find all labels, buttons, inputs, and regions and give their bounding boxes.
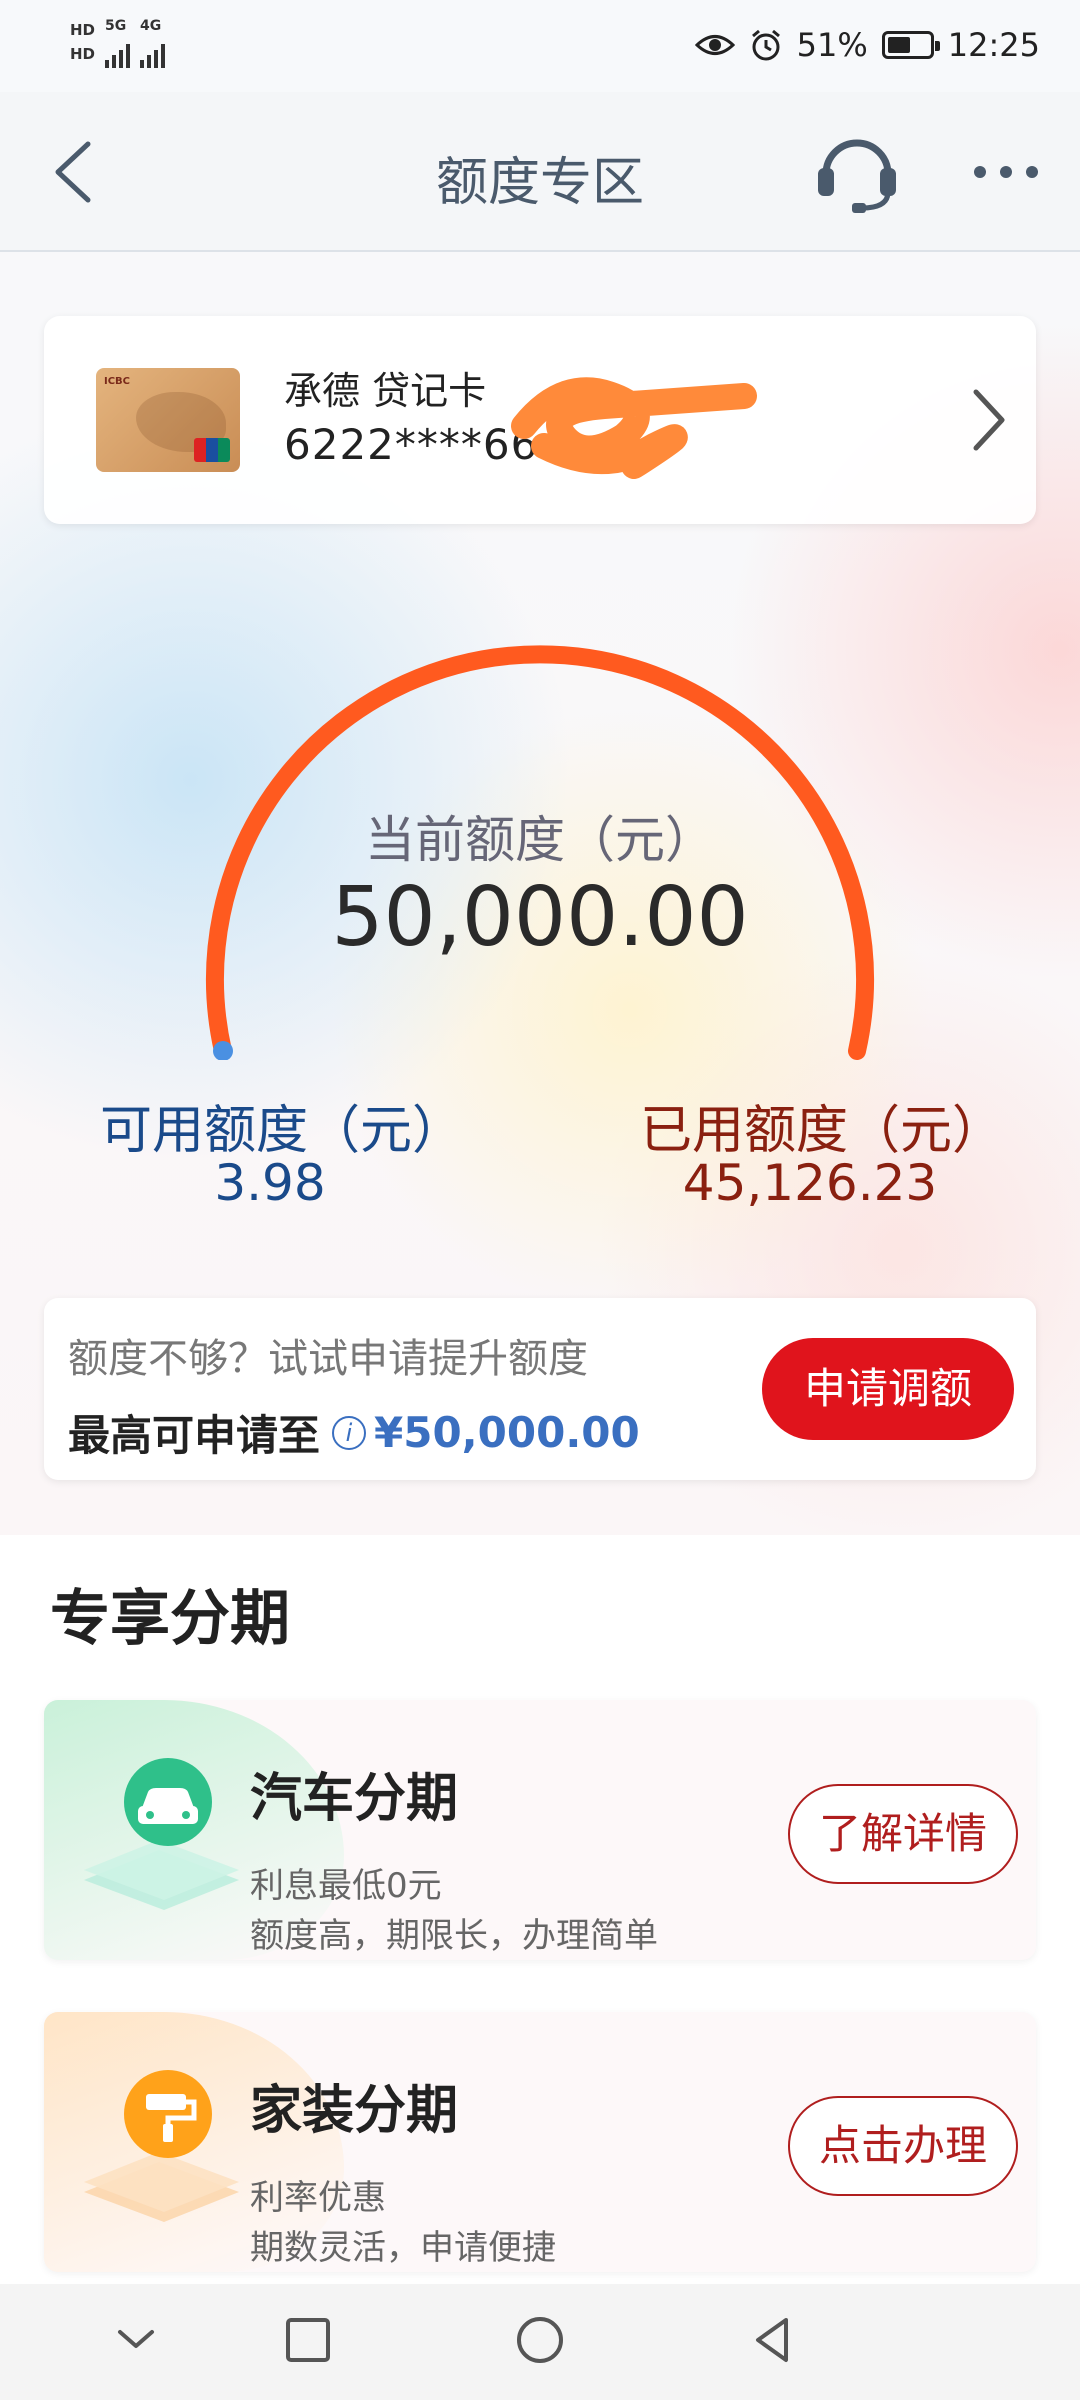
net2-label: 4G — [140, 18, 162, 34]
signal-1: 5G — [105, 18, 131, 68]
used-limit-label: 已用额度（元） — [640, 1101, 1005, 1161]
back-triangle-icon[interactable] — [744, 2312, 800, 2368]
plan-title: 家装分期 — [250, 2081, 459, 2141]
page-title: 额度专区 — [435, 153, 644, 213]
system-nav-bar — [0, 2284, 1080, 2400]
recents-square-icon[interactable] — [280, 2312, 336, 2368]
learn-more-button[interactable]: 了解详情 — [788, 1784, 1018, 1884]
signal-bars-icon — [105, 42, 131, 68]
home-circle-icon[interactable] — [512, 2312, 568, 2368]
card-image: ICBC — [96, 368, 240, 472]
chevron-down-icon[interactable] — [108, 2312, 164, 2368]
plan-description: 期数灵活，申请便捷 — [250, 2228, 556, 2268]
net1-label: 5G — [105, 18, 127, 34]
current-limit-label: 当前额度（元） — [365, 811, 715, 869]
card-name: 承德 贷记卡 — [284, 369, 487, 413]
alarm-icon — [751, 29, 780, 61]
available-limit-label: 可用额度（元） — [100, 1101, 465, 1161]
paint-roller-icon — [84, 2070, 239, 2222]
plan-card-car[interactable]: 汽车分期 利息最低0元 额度高，期限长，办理简单 了解详情 — [44, 1700, 1036, 1960]
chevron-right-icon[interactable] — [964, 380, 1012, 460]
hd1-label: HD — [70, 21, 96, 39]
limit-increase-card: 额度不够？试试申请提升额度 最高可申请至 i ¥50,000.00 申请调额 — [44, 1298, 1036, 1480]
unionpay-logo-icon — [194, 438, 230, 462]
bank-logo-icon: ICBC — [104, 376, 131, 387]
nav-bar: 额度专区 — [0, 92, 1080, 252]
section-title: 专享分期 — [50, 1584, 290, 1654]
apply-now-button[interactable]: 点击办理 — [788, 2096, 1018, 2196]
battery-icon — [881, 31, 940, 59]
apply-adjust-button[interactable]: 申请调额 — [762, 1338, 1014, 1440]
plan-card-home[interactable]: 家装分期 利率优惠 期数灵活，申请便捷 点击办理 — [44, 2012, 1036, 2272]
status-bar: HD HD 5G 4G 51% 12:25 — [0, 0, 1080, 92]
battery-percent: 51% — [796, 26, 868, 64]
max-limit-line: 最高可申请至 i ¥50,000.00 — [68, 1402, 640, 1463]
hd2-label: HD — [70, 45, 96, 63]
max-limit-amount: ¥50,000.00 — [374, 1408, 640, 1457]
plan-description: 额度高，期限长，办理简单 — [250, 1916, 658, 1956]
status-right: 51% 12:25 — [694, 26, 1040, 64]
max-limit-label: 最高可申请至 — [68, 1411, 321, 1460]
eye-icon — [694, 35, 735, 55]
current-limit-value: 50,000.00 — [331, 870, 749, 965]
available-limit-value: 3.98 — [214, 1154, 326, 1212]
more-dots-icon[interactable] — [966, 132, 1046, 212]
promo-text: 额度不够？试试申请提升额度 — [68, 1336, 588, 1382]
card-number: 6222****66 — [284, 420, 539, 469]
info-icon[interactable]: i — [332, 1415, 367, 1450]
clock: 12:25 — [947, 26, 1040, 64]
plan-title: 汽车分期 — [250, 1769, 459, 1829]
hd-indicators: HD HD — [70, 18, 95, 66]
signal-bars-icon — [140, 42, 166, 68]
used-limit-value: 45,126.23 — [682, 1154, 938, 1212]
plan-subtitle: 利率优惠 — [250, 2178, 386, 2218]
redaction-scribble — [511, 377, 757, 479]
headset-icon[interactable] — [812, 126, 902, 216]
car-icon — [84, 1758, 239, 1910]
card-selector[interactable]: ICBC 承德 贷记卡 6222****66 — [44, 316, 1036, 524]
plan-subtitle: 利息最低0元 — [250, 1866, 442, 1906]
status-left: HD HD 5G 4G — [70, 18, 166, 68]
signal-2: 4G — [140, 18, 166, 68]
